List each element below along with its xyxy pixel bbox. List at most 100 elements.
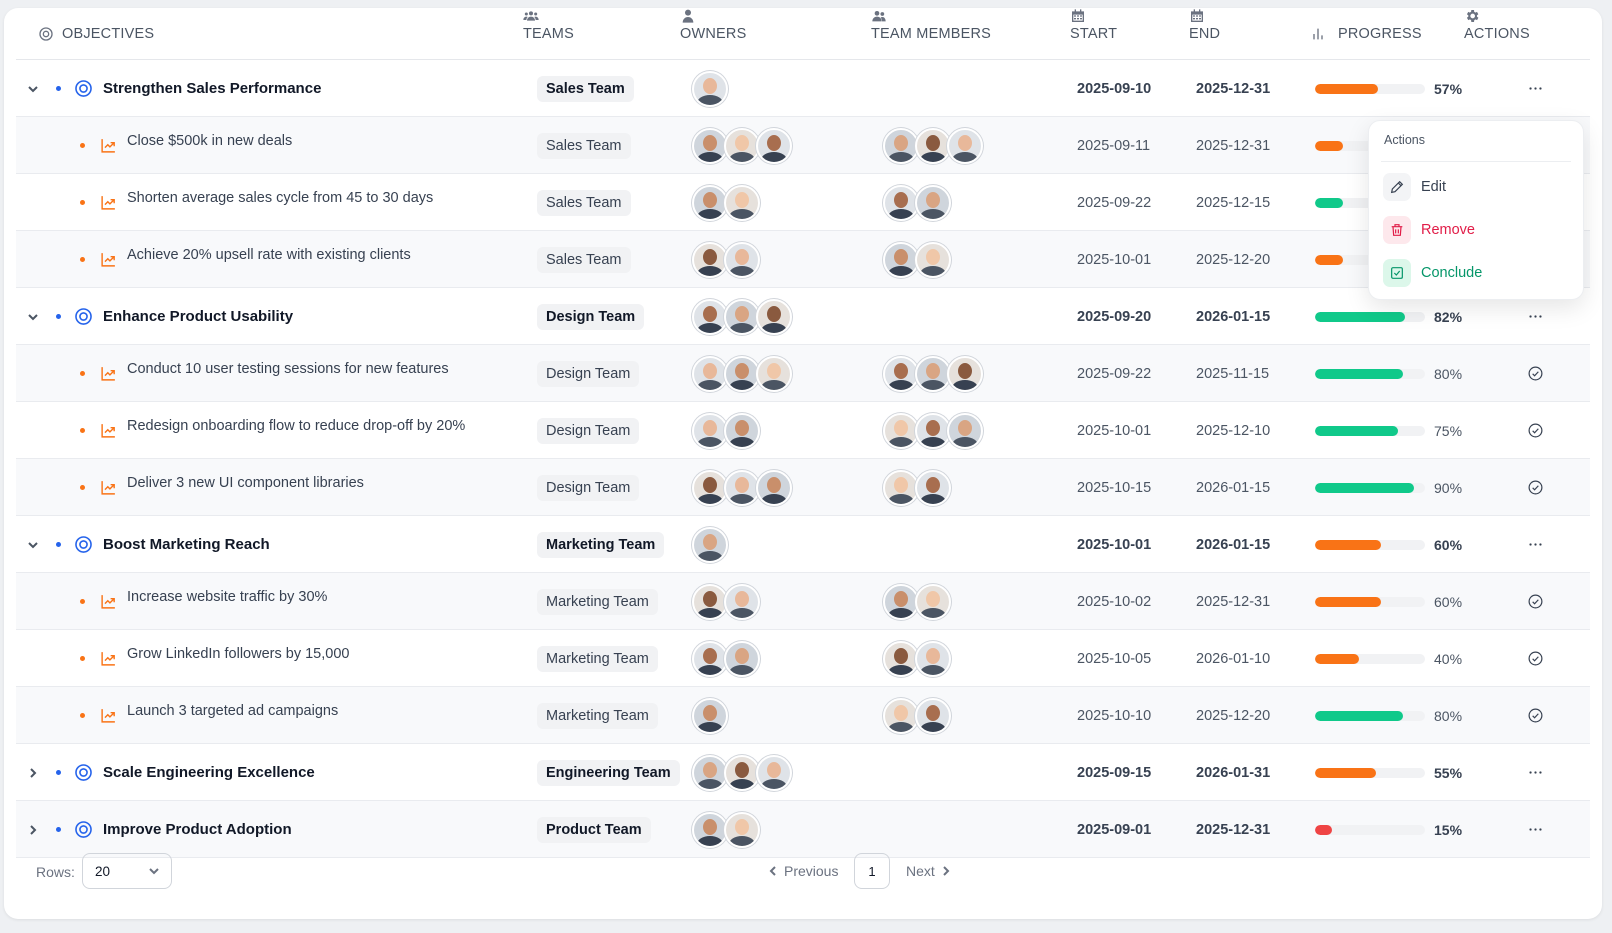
key-result-title[interactable]: Launch 3 targeted ad campaigns <box>127 682 338 739</box>
objective-title[interactable]: Scale Engineering Excellence <box>103 744 315 801</box>
conclude-check-button[interactable] <box>1524 573 1546 630</box>
conclude-check-button[interactable] <box>1524 630 1546 687</box>
member-avatar[interactable] <box>915 697 951 734</box>
header-teams[interactable]: TEAMS <box>523 8 574 60</box>
owner-avatar[interactable] <box>692 412 728 449</box>
objective-title[interactable]: Enhance Product Usability <box>103 288 293 345</box>
owner-avatar[interactable] <box>692 127 728 164</box>
key-result-title[interactable]: Achieve 20% upsell rate with existing cl… <box>127 226 411 283</box>
next-page-button[interactable]: Next <box>906 863 951 879</box>
owner-avatar[interactable] <box>756 469 792 506</box>
member-avatar[interactable] <box>883 469 919 506</box>
rows-per-page-select[interactable]: 20 <box>82 853 172 889</box>
conclude-check-button[interactable] <box>1524 402 1546 459</box>
owner-avatar[interactable] <box>756 355 792 392</box>
member-avatar[interactable] <box>947 127 983 164</box>
member-avatar[interactable] <box>915 412 951 449</box>
header-owners[interactable]: OWNERS <box>680 8 746 60</box>
key-result-row[interactable]: Redesign onboarding flow to reduce drop-… <box>16 402 1590 459</box>
conclude-menu-item[interactable]: Conclude <box>1383 258 1482 288</box>
more-actions-button[interactable] <box>1524 60 1546 117</box>
member-avatar[interactable] <box>915 583 951 620</box>
key-result-title[interactable]: Redesign onboarding flow to reduce drop-… <box>127 397 465 454</box>
owner-avatar[interactable] <box>692 355 728 392</box>
owner-avatar[interactable] <box>692 754 728 791</box>
owner-avatar[interactable] <box>692 241 728 278</box>
owner-avatar[interactable] <box>724 298 760 335</box>
owner-avatar[interactable] <box>692 583 728 620</box>
collapse-toggle[interactable] <box>26 288 40 345</box>
member-avatar[interactable] <box>915 241 951 278</box>
edit-menu-item[interactable]: Edit <box>1383 172 1446 202</box>
objective-row[interactable]: Strengthen Sales Performance Sales Team 20… <box>16 60 1590 117</box>
header-team-members[interactable]: TEAM MEMBERS <box>871 8 991 60</box>
key-result-row[interactable]: Conduct 10 user testing sessions for new… <box>16 345 1590 402</box>
objective-row[interactable]: Boost Marketing Reach Marketing Team 2025-… <box>16 516 1590 573</box>
owner-avatar[interactable] <box>724 184 760 221</box>
member-avatar[interactable] <box>883 640 919 677</box>
member-avatar[interactable] <box>883 412 919 449</box>
key-result-title[interactable]: Deliver 3 new UI component libraries <box>127 454 364 511</box>
page-button-1[interactable]: 1 <box>854 853 890 889</box>
owner-avatar[interactable] <box>724 469 760 506</box>
previous-page-button[interactable]: Previous <box>768 863 838 879</box>
owner-avatar[interactable] <box>724 583 760 620</box>
collapse-toggle[interactable] <box>26 60 40 117</box>
owner-avatar[interactable] <box>692 184 728 221</box>
member-avatar[interactable] <box>883 241 919 278</box>
conclude-check-button[interactable] <box>1524 459 1546 516</box>
member-avatar[interactable] <box>947 355 983 392</box>
member-avatar[interactable] <box>915 127 951 164</box>
header-objectives[interactable]: OBJECTIVES <box>38 8 154 60</box>
key-result-title[interactable]: Increase website traffic by 30% <box>127 568 327 625</box>
expand-toggle[interactable] <box>26 744 40 801</box>
more-actions-button[interactable] <box>1524 516 1546 573</box>
member-avatar[interactable] <box>915 184 951 221</box>
member-avatar[interactable] <box>883 127 919 164</box>
key-result-title[interactable]: Conduct 10 user testing sessions for new… <box>127 340 449 397</box>
key-result-row[interactable]: Increase website traffic by 30% Marketing… <box>16 573 1590 630</box>
collapse-toggle[interactable] <box>26 516 40 573</box>
owner-avatar[interactable] <box>724 241 760 278</box>
member-avatar[interactable] <box>883 697 919 734</box>
objective-title[interactable]: Strengthen Sales Performance <box>103 60 321 117</box>
key-result-title[interactable]: Close $500k in new deals <box>127 112 292 169</box>
owner-avatar[interactable] <box>692 640 728 677</box>
member-avatar[interactable] <box>883 583 919 620</box>
member-avatar[interactable] <box>947 412 983 449</box>
key-result-row[interactable]: Launch 3 targeted ad campaigns Marketing … <box>16 687 1590 744</box>
owner-avatar[interactable] <box>692 526 728 563</box>
objective-row[interactable]: Enhance Product Usability Design Team 2025… <box>16 288 1590 345</box>
key-result-row[interactable]: Close $500k in new deals Sales Team 2025-0… <box>16 117 1590 174</box>
owner-avatar[interactable] <box>724 355 760 392</box>
header-end[interactable]: END <box>1189 8 1220 60</box>
key-result-row[interactable]: Deliver 3 new UI component libraries Desi… <box>16 459 1590 516</box>
conclude-check-button[interactable] <box>1524 345 1546 402</box>
owner-avatar[interactable] <box>724 412 760 449</box>
owner-avatar[interactable] <box>756 298 792 335</box>
key-result-title[interactable]: Grow LinkedIn followers by 15,000 <box>127 625 349 682</box>
member-avatar[interactable] <box>915 640 951 677</box>
key-result-row[interactable]: Shorten average sales cycle from 45 to 3… <box>16 174 1590 231</box>
owner-avatar[interactable] <box>692 697 728 734</box>
header-start[interactable]: START <box>1070 8 1117 60</box>
owner-avatar[interactable] <box>724 640 760 677</box>
remove-menu-item[interactable]: Remove <box>1383 215 1475 245</box>
owner-avatar[interactable] <box>756 754 792 791</box>
owner-avatar[interactable] <box>756 127 792 164</box>
conclude-check-button[interactable] <box>1524 687 1546 744</box>
objective-row[interactable]: Scale Engineering Excellence Engineering … <box>16 744 1590 801</box>
key-result-row[interactable]: Grow LinkedIn followers by 15,000 Marketi… <box>16 630 1590 687</box>
owner-avatar[interactable] <box>724 127 760 164</box>
member-avatar[interactable] <box>915 355 951 392</box>
owner-avatar[interactable] <box>692 469 728 506</box>
member-avatar[interactable] <box>883 184 919 221</box>
more-actions-button[interactable] <box>1524 744 1546 801</box>
owner-avatar[interactable] <box>724 754 760 791</box>
member-avatar[interactable] <box>883 355 919 392</box>
owner-avatar[interactable] <box>692 298 728 335</box>
member-avatar[interactable] <box>915 469 951 506</box>
key-result-row[interactable]: Achieve 20% upsell rate with existing cl… <box>16 231 1590 288</box>
header-progress[interactable]: PROGRESS <box>1310 8 1422 60</box>
owner-avatar[interactable] <box>692 70 728 107</box>
